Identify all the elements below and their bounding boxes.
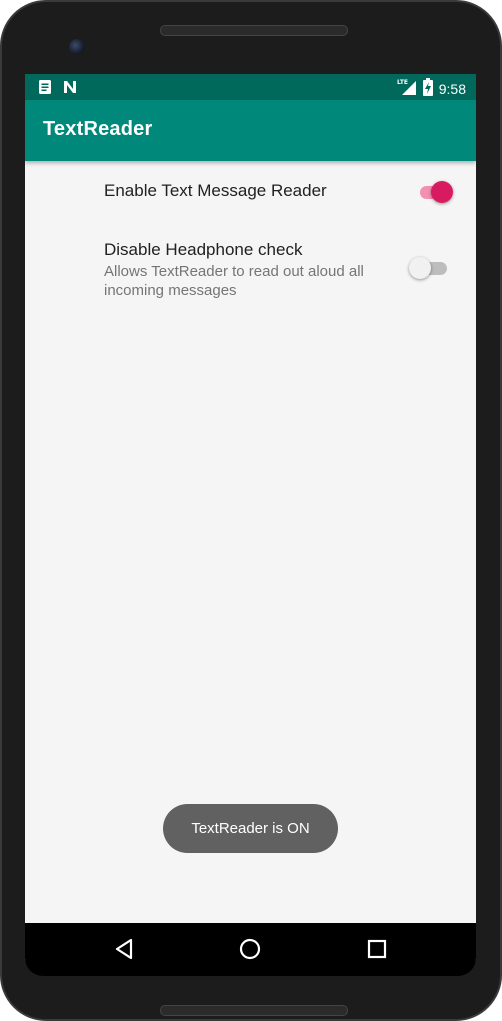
pref-disable-headphone[interactable]: Disable Headphone check Allows TextReade… xyxy=(25,234,476,314)
status-bar: LTE 9:58 xyxy=(25,74,476,100)
app-title: TextReader xyxy=(43,118,153,140)
n-icon xyxy=(62,79,78,99)
screen: LTE 9:58 TextReader Enable Text Message … xyxy=(25,74,476,975)
app-bar: TextReader xyxy=(25,100,476,161)
clock: 9:58 xyxy=(438,81,466,97)
pref-title: Disable Headphone check xyxy=(104,240,303,259)
switch-thumb xyxy=(431,181,453,203)
recents-icon[interactable] xyxy=(364,936,390,962)
pref-enable-reader[interactable]: Enable Text Message Reader xyxy=(25,164,476,220)
bottom-speaker xyxy=(160,1005,348,1016)
headphone-check-switch[interactable] xyxy=(409,256,449,280)
home-icon[interactable] xyxy=(237,936,263,962)
svg-text:LTE: LTE xyxy=(397,79,408,86)
pref-title: Enable Text Message Reader xyxy=(104,181,327,200)
document-icon xyxy=(38,79,52,99)
navigation-bar xyxy=(25,923,476,976)
lte-signal-icon: LTE xyxy=(397,78,417,100)
toast-message: TextReader is ON xyxy=(163,804,338,853)
back-icon[interactable] xyxy=(112,936,138,962)
battery-charging-icon xyxy=(422,78,433,100)
enable-reader-switch[interactable] xyxy=(417,180,457,204)
switch-thumb xyxy=(409,257,431,279)
pref-summary: Allows TextReader to read out aloud all … xyxy=(104,263,364,299)
front-camera xyxy=(69,39,85,55)
earpiece-speaker xyxy=(160,25,348,36)
